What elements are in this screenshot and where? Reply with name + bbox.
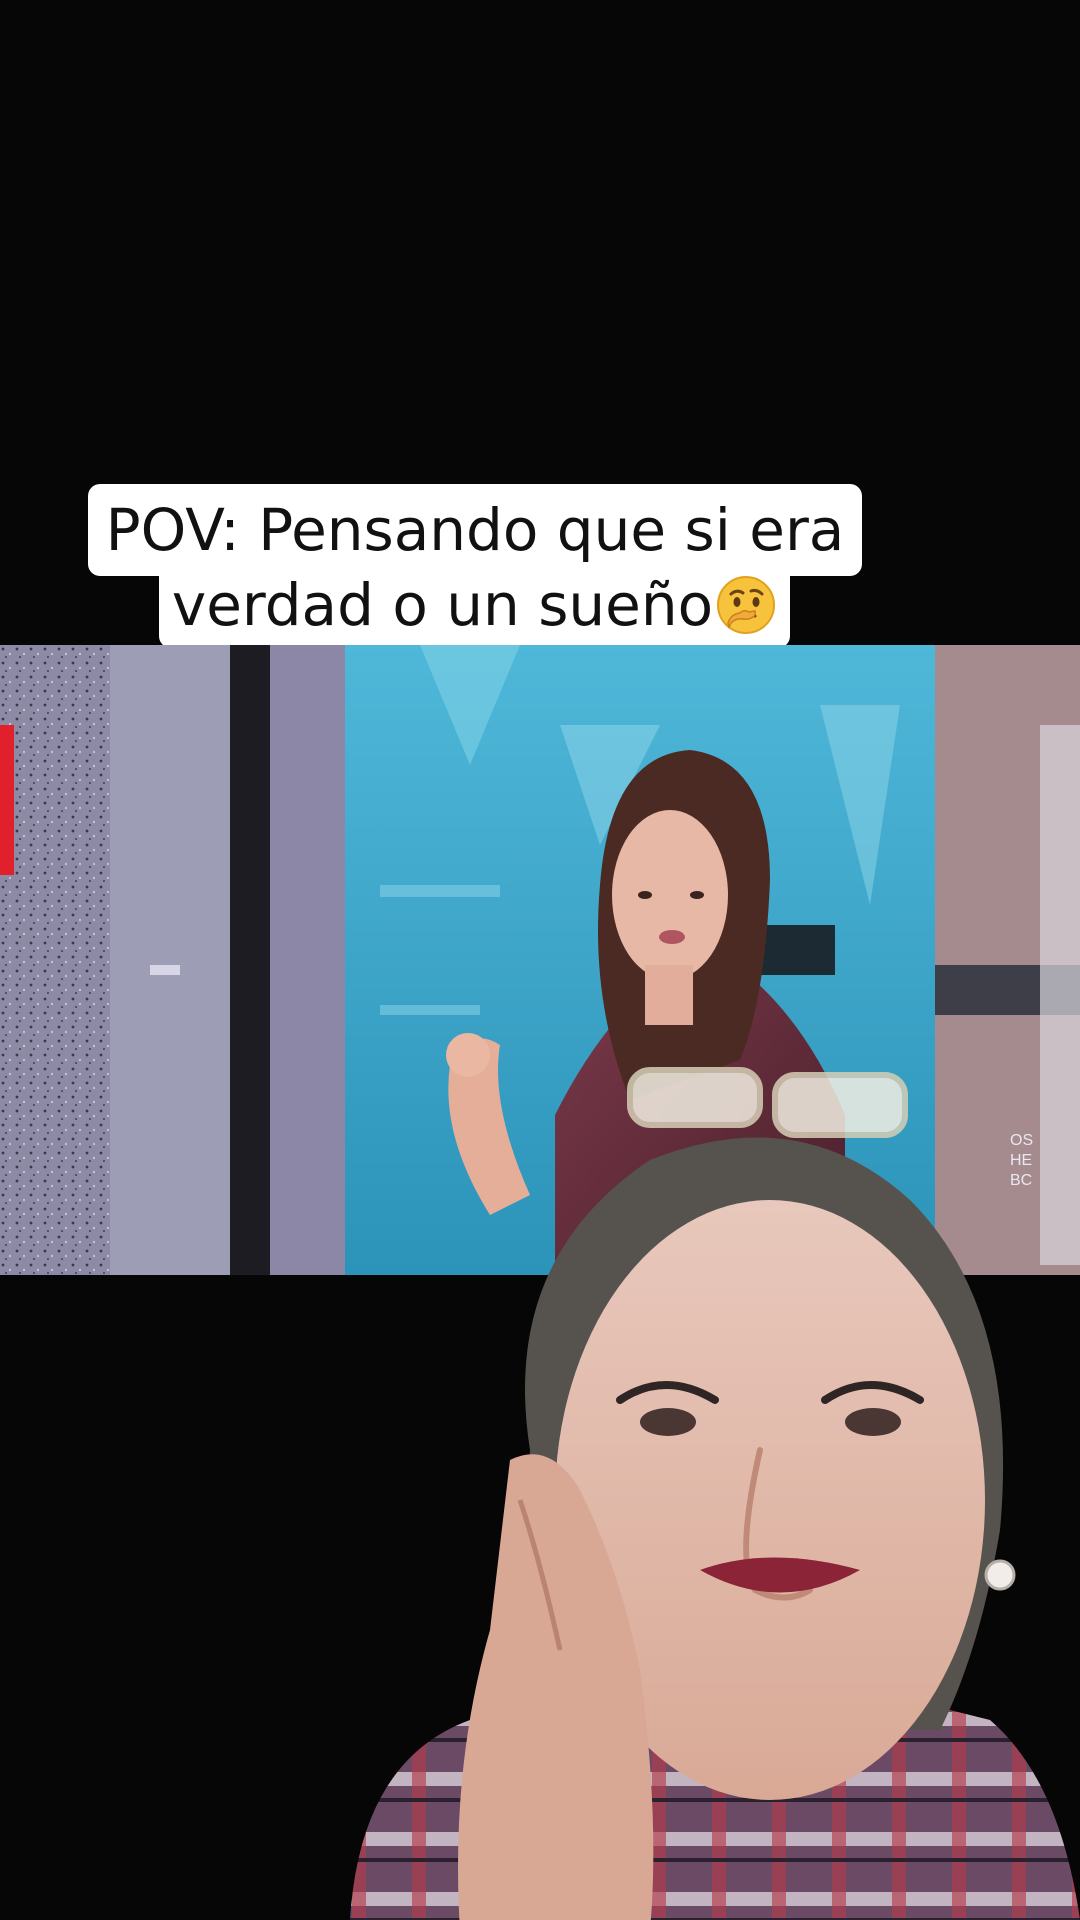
caption-overlay: POV: Pensando que si era verdad o un sue… xyxy=(0,0,1080,660)
thinking-face-icon xyxy=(715,574,777,636)
caption-text-2: verdad o un sueño xyxy=(171,571,714,639)
caption-line-2: verdad o un sueño xyxy=(159,562,790,648)
caption-text-1: POV: Pensando que si era xyxy=(105,496,845,564)
reaction-webcam-overlay xyxy=(330,1030,1080,1920)
